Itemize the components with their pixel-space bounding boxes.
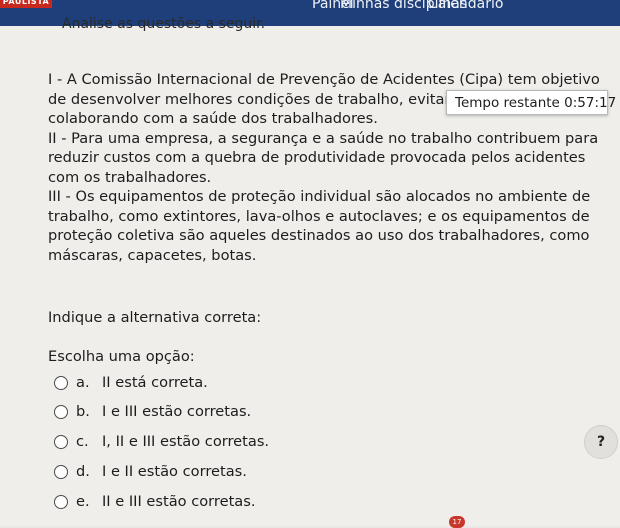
- statement-3: III - Os equipamentos de proteção indivi…: [48, 188, 591, 264]
- option-b-text: I e III estão corretas.: [102, 403, 252, 420]
- option-a-text: II está correta.: [102, 374, 208, 391]
- option-a-letter: a.: [76, 374, 90, 391]
- option-e-letter: e.: [76, 493, 90, 510]
- choose-option-label: Escolha uma opção:: [48, 348, 195, 365]
- time-remaining-label: Tempo restante: [455, 95, 560, 111]
- option-d[interactable]: d. I e II estão corretas.: [54, 461, 454, 483]
- question-prompt: Indique a alternativa correta:: [48, 309, 262, 326]
- question-content: Analise as questões a seguir. I - A Comi…: [0, 16, 620, 526]
- radio-option-e[interactable]: [54, 495, 68, 509]
- option-d-text: I e II estão corretas.: [102, 463, 247, 480]
- option-c[interactable]: c. I, II e III estão corretas.: [54, 431, 454, 453]
- notification-badge[interactable]: 17: [449, 516, 465, 528]
- brand-logo[interactable]: PAULISTA: [0, 0, 52, 8]
- radio-option-d[interactable]: [54, 465, 68, 479]
- option-c-letter: c.: [76, 433, 89, 450]
- statement-2: II - Para uma empresa, a segurança e a s…: [48, 129, 599, 186]
- option-d-letter: d.: [76, 463, 90, 480]
- time-remaining-box: Tempo restante 0:57:17: [446, 90, 616, 115]
- option-e[interactable]: e. II e III estão corretas.: [54, 491, 454, 513]
- question-intro: Analise as questões a seguir.: [62, 16, 266, 32]
- option-b[interactable]: b. I e III estão corretas.: [54, 401, 454, 423]
- nav-calendario[interactable]: Calendário: [428, 0, 503, 12]
- option-b-letter: b.: [76, 403, 90, 420]
- radio-option-a[interactable]: [54, 376, 68, 390]
- radio-option-c[interactable]: [54, 435, 68, 449]
- option-a[interactable]: a. II está correta.: [54, 372, 454, 394]
- time-remaining-value: 0:57:17: [564, 95, 617, 111]
- option-c-text: I, II e III estão corretas.: [102, 433, 270, 450]
- option-e-text: II e III estão corretas.: [102, 493, 256, 510]
- help-button[interactable]: ?: [584, 425, 618, 459]
- radio-option-b[interactable]: [54, 405, 68, 419]
